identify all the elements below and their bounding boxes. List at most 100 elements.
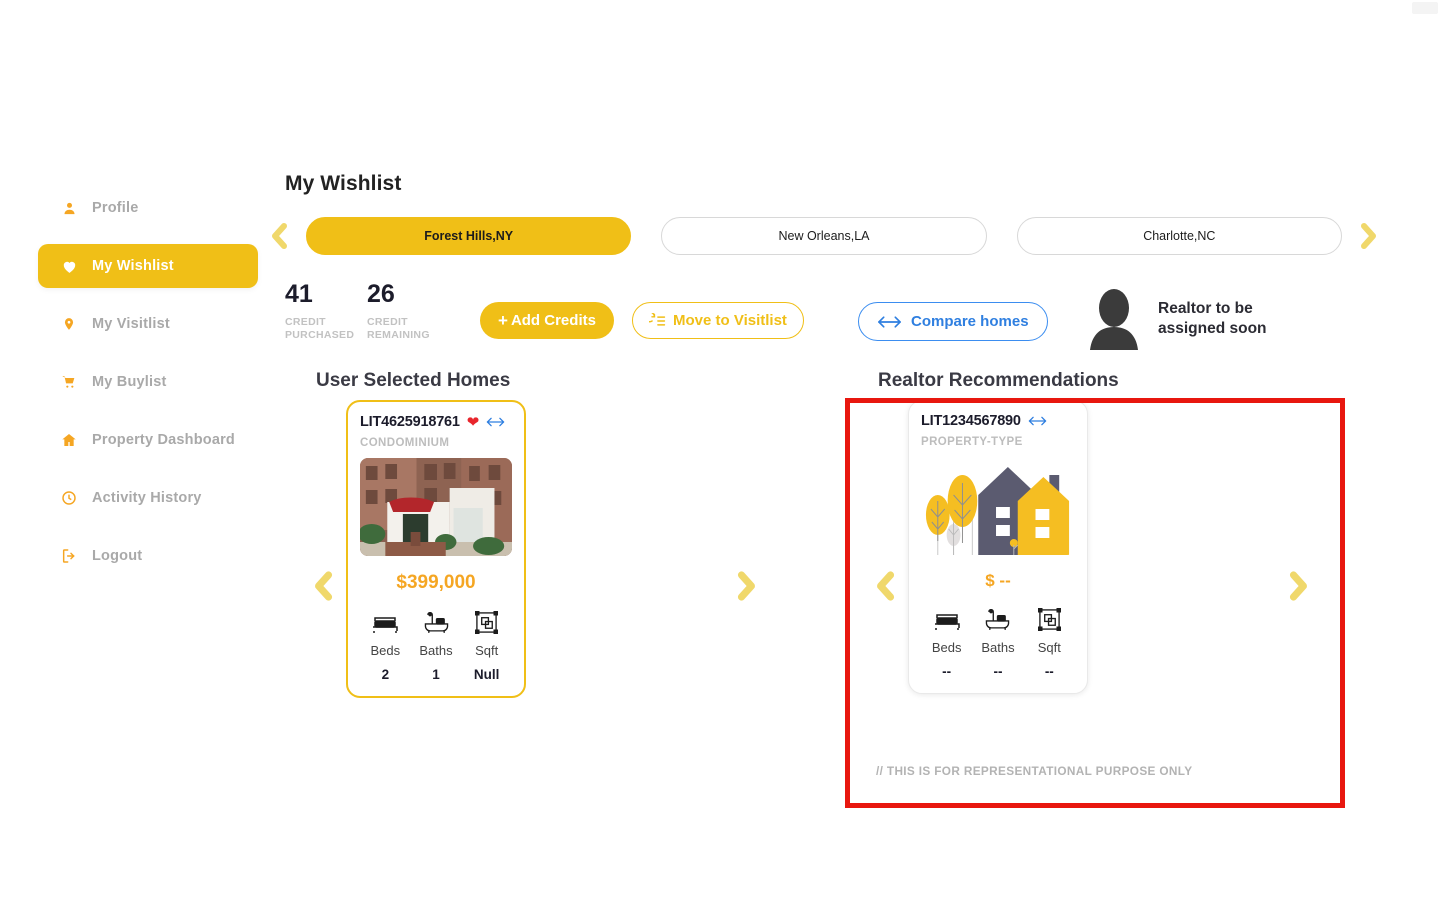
top-right-artifact: [1412, 2, 1438, 14]
realtor-status: Realtor to be assigned soon: [1084, 288, 1267, 350]
heart-filled-icon[interactable]: ❤: [467, 415, 480, 430]
sidebar-item-profile[interactable]: Profile: [38, 186, 258, 230]
realtor-recommendations-carousel: LIT1234567890 PROPERTY-TYPE $ -- Beds --…: [862, 400, 1322, 772]
sidebar-item-my-wishlist[interactable]: My Wishlist: [38, 244, 258, 288]
compare-arrows-icon[interactable]: [1028, 415, 1047, 427]
spec-label: Baths: [419, 643, 453, 658]
property-card-realtor-recommendation[interactable]: LIT1234567890 PROPERTY-TYPE $ -- Beds --…: [908, 400, 1088, 694]
spec-sqft: Sqft --: [1024, 607, 1075, 679]
app-page: Profile My Wishlist My Visitlist My Buyl…: [0, 0, 1440, 900]
sidebar-item-label: My Visitlist: [92, 316, 170, 332]
city-tab-charlotte[interactable]: Charlotte,NC: [1016, 217, 1342, 255]
sidebar-item-label: My Buylist: [92, 374, 167, 390]
chevron-right-icon: [737, 571, 755, 601]
realtor-recs-next-button[interactable]: [1276, 400, 1322, 772]
credit-remaining-label: CREDIT REMAINING: [367, 316, 430, 342]
user-homes-prev-button[interactable]: [300, 400, 346, 772]
heart-icon: [60, 258, 78, 275]
compare-arrows-icon[interactable]: [486, 416, 505, 428]
sidebar-item-label: My Wishlist: [92, 258, 174, 274]
move-list-icon: [649, 312, 666, 329]
sidebar-item-label: Profile: [92, 200, 139, 216]
property-specs: Beds 2 Baths 1 Sqft Null: [360, 610, 512, 682]
city-tab-label: Charlotte,NC: [1143, 229, 1216, 243]
city-tab-new-orleans[interactable]: New Orleans,LA: [661, 217, 987, 255]
realtor-recommendations-heading: Realtor Recommendations: [878, 370, 1119, 391]
sidebar-item-my-buylist[interactable]: My Buylist: [38, 360, 258, 404]
clock-icon: [60, 490, 78, 506]
property-price: $ --: [985, 571, 1011, 590]
sidebar-item-property-dashboard[interactable]: Property Dashboard: [38, 418, 258, 462]
representational-purpose-note: // THIS IS FOR REPRESENTATIONAL PURPOSE …: [876, 764, 1193, 778]
property-id: LIT1234567890: [921, 413, 1021, 429]
realtor-recs-prev-button[interactable]: [862, 400, 908, 772]
avatar-icon: [1084, 288, 1144, 350]
spec-value: --: [1044, 664, 1054, 679]
property-card-user-selected[interactable]: LIT4625918761 ❤ CONDOMINIUM $399,000 Bed…: [346, 400, 526, 698]
spec-beds: Beds 2: [360, 610, 411, 682]
realtor-status-line2: assigned soon: [1158, 320, 1267, 337]
city-tabs-next-button[interactable]: [1354, 221, 1384, 251]
cart-icon: [60, 374, 78, 390]
spec-beds: Beds --: [921, 607, 972, 679]
property-price: $399,000: [396, 572, 476, 593]
city-tab-label: New Orleans,LA: [778, 229, 870, 243]
chevron-left-icon: [877, 571, 895, 601]
city-tab-forest-hills[interactable]: Forest Hills,NY: [306, 217, 632, 255]
property-card-header: LIT4625918761 ❤: [360, 414, 512, 430]
property-id: LIT4625918761: [360, 414, 460, 430]
spec-value: --: [942, 664, 952, 679]
realtor-status-text: Realtor to be assigned soon: [1158, 299, 1267, 339]
spec-label: Beds: [931, 640, 962, 655]
user-selected-homes-carousel: LIT4625918761 ❤ CONDOMINIUM $399,000 Bed…: [300, 400, 770, 772]
spec-label: Sqft: [1037, 640, 1061, 655]
pin-icon: [60, 316, 78, 332]
credit-purchased-value: 41: [285, 280, 313, 308]
chevron-left-icon: [315, 571, 333, 601]
bath-icon: [985, 607, 1010, 631]
city-tab-label: Forest Hills,NY: [424, 229, 514, 243]
user-icon: [60, 201, 78, 216]
compare-arrows-icon: [877, 314, 902, 330]
city-tabs-prev-button[interactable]: [264, 221, 294, 251]
spec-label: Beds: [370, 643, 401, 658]
house-illustration: [921, 457, 1075, 555]
add-credits-button[interactable]: + Add Credits: [480, 302, 614, 339]
compare-homes-label: Compare homes: [911, 313, 1029, 330]
bath-icon: [424, 610, 449, 634]
sidebar-item-label: Property Dashboard: [92, 432, 235, 448]
page-title: My Wishlist: [285, 172, 402, 195]
spec-label: Sqft: [475, 643, 499, 658]
move-to-visitlist-button[interactable]: Move to Visitlist: [632, 302, 804, 339]
add-credits-label: Add Credits: [510, 312, 596, 329]
spec-label: Baths: [981, 640, 1015, 655]
spec-value: Null: [473, 667, 500, 682]
sidebar-item-label: Logout: [92, 548, 143, 564]
credit-remaining-value: 26: [367, 280, 395, 308]
spec-value: 1: [432, 667, 440, 682]
sidebar-item-my-visitlist[interactable]: My Visitlist: [38, 302, 258, 346]
sidebar: Profile My Wishlist My Visitlist My Buyl…: [38, 186, 258, 578]
chevron-right-icon: [1361, 223, 1376, 249]
spec-value: 2: [381, 667, 390, 682]
sidebar-item-logout[interactable]: Logout: [38, 534, 258, 578]
sidebar-item-activity-history[interactable]: Activity History: [38, 476, 258, 520]
spec-baths: Baths 1: [411, 610, 462, 682]
property-specs: Beds -- Baths -- Sqft --: [921, 607, 1075, 679]
realtor-status-line1: Realtor to be: [1158, 300, 1253, 318]
credit-purchased-label: CREDIT PURCHASED: [285, 316, 355, 342]
sqft-icon: [1037, 607, 1061, 631]
sidebar-item-label: Activity History: [92, 490, 202, 506]
bed-icon: [372, 610, 399, 634]
realtor-recs-track: LIT1234567890 PROPERTY-TYPE $ -- Beds --…: [908, 400, 1276, 772]
credit-remaining: 26 CREDIT REMAINING: [367, 282, 449, 342]
home-icon: [60, 432, 78, 448]
user-selected-homes-heading: User Selected Homes: [316, 370, 511, 391]
user-homes-next-button[interactable]: [724, 400, 770, 772]
compare-homes-button[interactable]: Compare homes: [858, 302, 1048, 341]
user-homes-track: LIT4625918761 ❤ CONDOMINIUM $399,000 Bed…: [346, 400, 724, 772]
credit-purchased: 41 CREDIT PURCHASED: [285, 282, 367, 342]
spec-sqft: Sqft Null: [461, 610, 512, 682]
spec-baths: Baths --: [972, 607, 1023, 679]
spec-value: --: [993, 664, 1003, 679]
